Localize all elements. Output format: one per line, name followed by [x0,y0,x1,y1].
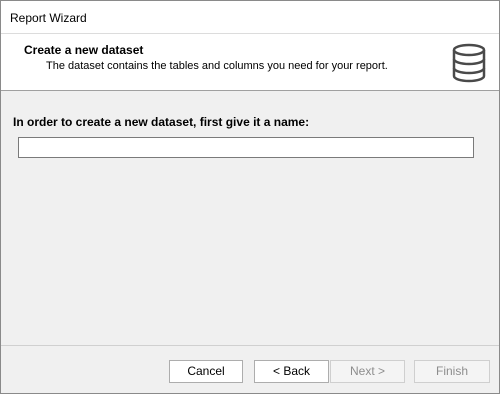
title-bar: Report Wizard [1,1,499,33]
footer-separator [1,345,499,346]
cancel-button[interactable]: Cancel [169,360,243,383]
header-title: Create a new dataset [24,43,144,57]
window-title: Report Wizard [10,11,87,25]
wizard-header: Create a new dataset The dataset contain… [1,33,499,91]
report-wizard-window: Report Wizard Create a new dataset The d… [0,0,500,394]
next-button[interactable]: Next > [330,360,405,383]
dataset-name-input[interactable] [18,137,474,158]
back-button[interactable]: < Back [254,360,329,383]
finish-button[interactable]: Finish [414,360,490,383]
database-icon [452,43,486,83]
dataset-name-label: In order to create a new dataset, first … [13,115,310,129]
header-subtitle: The dataset contains the tables and colu… [46,60,388,72]
